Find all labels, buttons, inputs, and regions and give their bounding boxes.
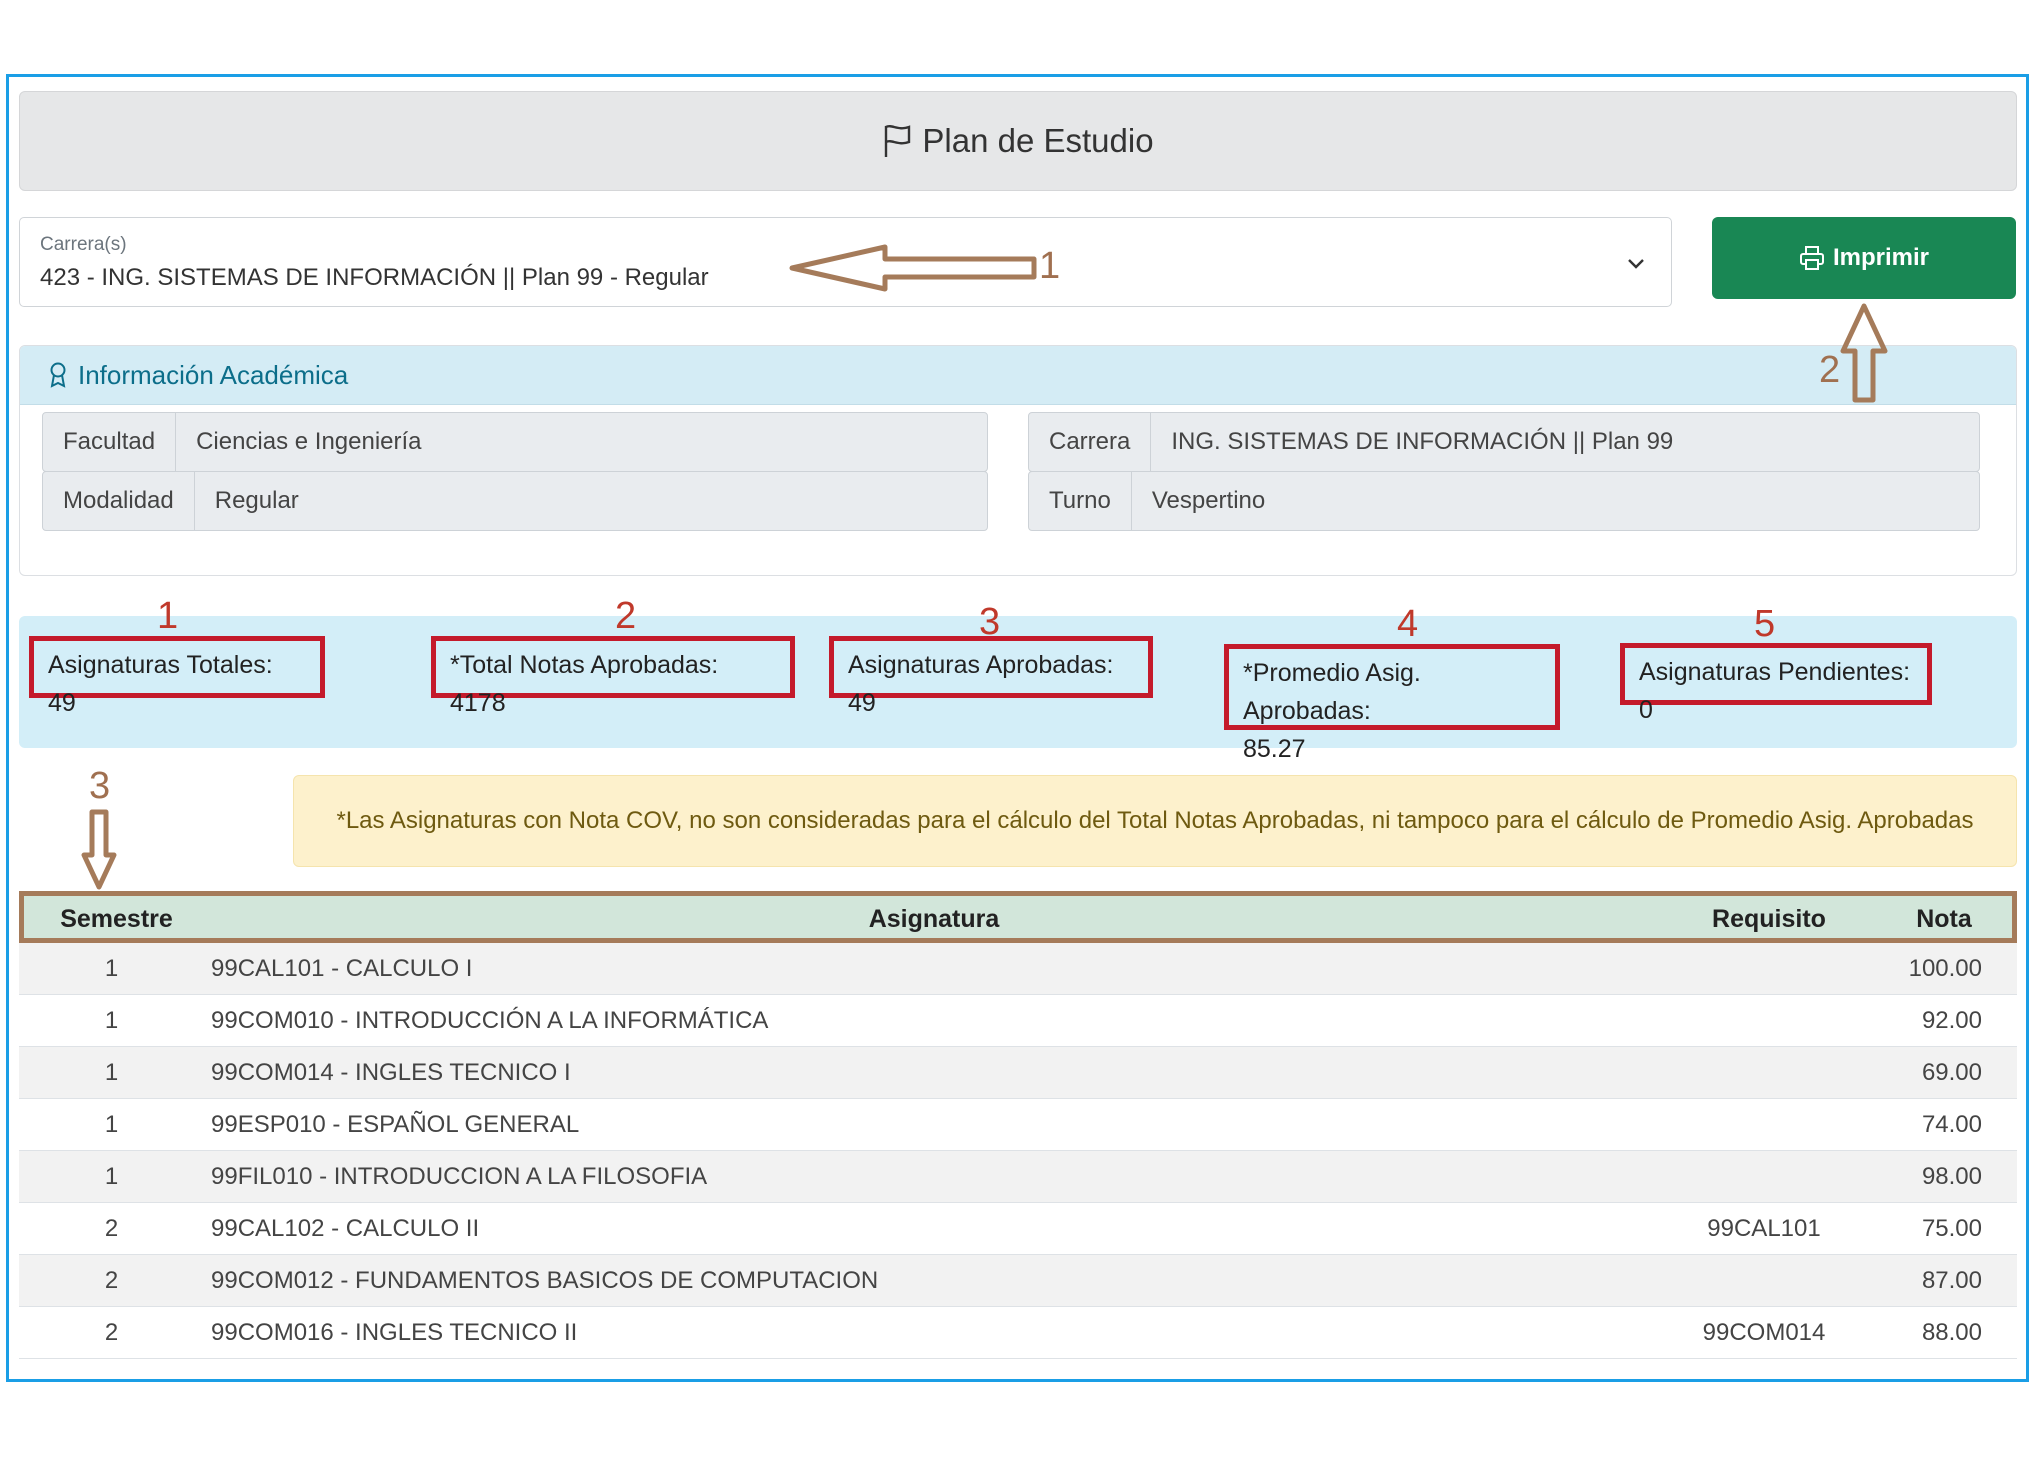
- table-body: 1 99CAL101 - CALCULO I 100.00 1 99COM010…: [19, 943, 2017, 1359]
- modalidad-group: Modalidad Regular: [42, 471, 988, 531]
- academic-info-card: Información Académica Facultad Ciencias …: [19, 345, 2017, 576]
- cell-nota: 69.00: [1921, 1059, 1982, 1086]
- annotation-number: 1: [1039, 245, 1061, 287]
- print-button-label: Imprimir: [1832, 244, 1930, 271]
- cell-nota: 92.00: [1921, 1007, 1982, 1034]
- cov-alert: *Las Asignaturas con Nota COV, no son co…: [293, 775, 2017, 867]
- cell-semestre: 1: [104, 1111, 119, 1138]
- cov-alert-text: *Las Asignaturas con Nota COV, no son co…: [336, 807, 1974, 834]
- cell-asignatura: 99FIL010 - INTRODUCCION A LA FILOSOFIA: [211, 1163, 708, 1190]
- annotation-number: 5: [1754, 603, 1776, 645]
- up-arrow-annotation: [1840, 303, 1888, 403]
- screenshot-frame: Plan de Estudio Carrera(s) 423 - ING. SI…: [6, 74, 2029, 1382]
- cell-requisito: 99COM014: [1702, 1319, 1826, 1346]
- modalidad-label: Modalidad: [43, 472, 195, 530]
- annotation-number: 2: [615, 595, 637, 637]
- cell-asignatura: 99CAL102 - CALCULO II: [211, 1215, 480, 1242]
- turno-value: Vespertino: [1151, 487, 1266, 514]
- table-row: 2 99CAL102 - CALCULO II 99CAL101 75.00: [19, 1203, 2017, 1255]
- annotation-number: 2: [1819, 349, 1841, 391]
- facultad-group: Facultad Ciencias e Ingeniería: [42, 412, 988, 472]
- turno-label: Turno: [1029, 472, 1132, 530]
- print-button[interactable]: Imprimir: [1712, 217, 2016, 299]
- turno-group: Turno Vespertino: [1028, 471, 1980, 531]
- cell-asignatura: 99ESP010 - ESPAÑOL GENERAL: [211, 1111, 580, 1138]
- cell-nota: 75.00: [1921, 1215, 1982, 1242]
- cell-nota: 98.00: [1921, 1163, 1982, 1190]
- carrera-label: Carrera: [1029, 413, 1152, 471]
- cell-nota: 88.00: [1921, 1319, 1982, 1346]
- cell-nota: 74.00: [1921, 1111, 1982, 1138]
- header-nota[interactable]: Nota: [1904, 905, 1984, 934]
- facultad-value: Ciencias e Ingeniería: [196, 428, 422, 455]
- academic-info-header: Información Académica: [20, 346, 2016, 405]
- annotation-number: 3: [89, 765, 111, 807]
- academic-info-title: Información Académica: [78, 359, 349, 390]
- facultad-label: Facultad: [43, 413, 177, 471]
- table-row: 1 99FIL010 - INTRODUCCION A LA FILOSOFIA…: [19, 1151, 2017, 1203]
- cell-semestre: 2: [104, 1215, 119, 1242]
- table-row: 2 99COM016 - INGLES TECNICO II 99COM014 …: [19, 1307, 2017, 1359]
- carrera-value: ING. SISTEMAS DE INFORMACIÓN || Plan 99: [1171, 428, 1674, 455]
- table-row: 1 99COM010 - INTRODUCCIÓN A LA INFORMÁTI…: [19, 995, 2017, 1047]
- stat-asignaturas-totales: Asignaturas Totales: 49: [29, 636, 325, 717]
- stat-promedio: *Promedio Asig. Aprobadas: 85.27: [1224, 644, 1560, 763]
- table-row: 1 99ESP010 - ESPAÑOL GENERAL 74.00: [19, 1099, 2017, 1151]
- left-arrow-annotation: [789, 244, 1037, 292]
- modalidad-value: Regular: [214, 487, 299, 514]
- printer-icon: [1799, 246, 1824, 270]
- chevron-down-icon[interactable]: [1625, 252, 1647, 274]
- cell-semestre: 2: [104, 1267, 119, 1294]
- page-title: Plan de Estudio: [922, 122, 1154, 159]
- cell-nota: 87.00: [1921, 1267, 1982, 1294]
- career-select-value: 423 - ING. SISTEMAS DE INFORMACIÓN || Pl…: [40, 264, 709, 291]
- down-arrow-annotation: [81, 809, 117, 890]
- cell-asignatura: 99COM014 - INGLES TECNICO I: [211, 1059, 571, 1086]
- table-header: Semestre Asignatura Requisito Nota: [19, 891, 2017, 943]
- cell-asignatura: 99COM012 - FUNDAMENTOS BASICOS DE COMPUT…: [211, 1267, 879, 1294]
- cell-requisito: 99CAL101: [1707, 1215, 1821, 1242]
- award-icon: [50, 362, 66, 388]
- header-requisito[interactable]: Requisito: [1664, 905, 1874, 934]
- study-plan-table: Semestre Asignatura Requisito Nota 1 99C…: [19, 891, 2017, 1359]
- cell-semestre: 1: [104, 1059, 119, 1086]
- career-select-label: Carrera(s): [40, 234, 127, 255]
- stat-asignaturas-pendientes: Asignaturas Pendientes: 0: [1620, 643, 1932, 724]
- table-row: 2 99COM012 - FUNDAMENTOS BASICOS DE COMP…: [19, 1255, 2017, 1307]
- cell-asignatura: 99COM010 - INTRODUCCIÓN A LA INFORMÁTICA: [211, 1007, 769, 1034]
- cell-semestre: 1: [104, 1163, 119, 1190]
- cell-nota: 100.00: [1908, 955, 1982, 982]
- cell-asignatura: 99CAL101 - CALCULO I: [211, 955, 473, 982]
- carrera-group: Carrera ING. SISTEMAS DE INFORMACIÓN || …: [1028, 412, 1980, 472]
- table-row: 1 99CAL101 - CALCULO I 100.00: [19, 943, 2017, 995]
- stat-total-notas: *Total Notas Aprobadas: 4178: [431, 636, 795, 717]
- header-asignatura[interactable]: Asignatura: [24, 905, 1844, 934]
- annotation-number: 1: [157, 595, 179, 637]
- table-row: 1 99COM014 - INGLES TECNICO I 69.00: [19, 1047, 2017, 1099]
- stat-promedio-value: 85.27: [1243, 735, 1306, 763]
- flag-icon: [885, 125, 911, 157]
- annotation-number: 4: [1397, 603, 1419, 645]
- cell-semestre: 2: [104, 1319, 119, 1346]
- cell-asignatura: 99COM016 - INGLES TECNICO II: [211, 1319, 578, 1346]
- stat-asignaturas-aprobadas: Asignaturas Aprobadas: 49: [829, 636, 1153, 717]
- page-header: Plan de Estudio: [19, 91, 2017, 191]
- cell-semestre: 1: [104, 1007, 119, 1034]
- cell-semestre: 1: [104, 955, 119, 982]
- stat-promedio-text: *Promedio Asig. Aprobadas:: [1243, 659, 1421, 725]
